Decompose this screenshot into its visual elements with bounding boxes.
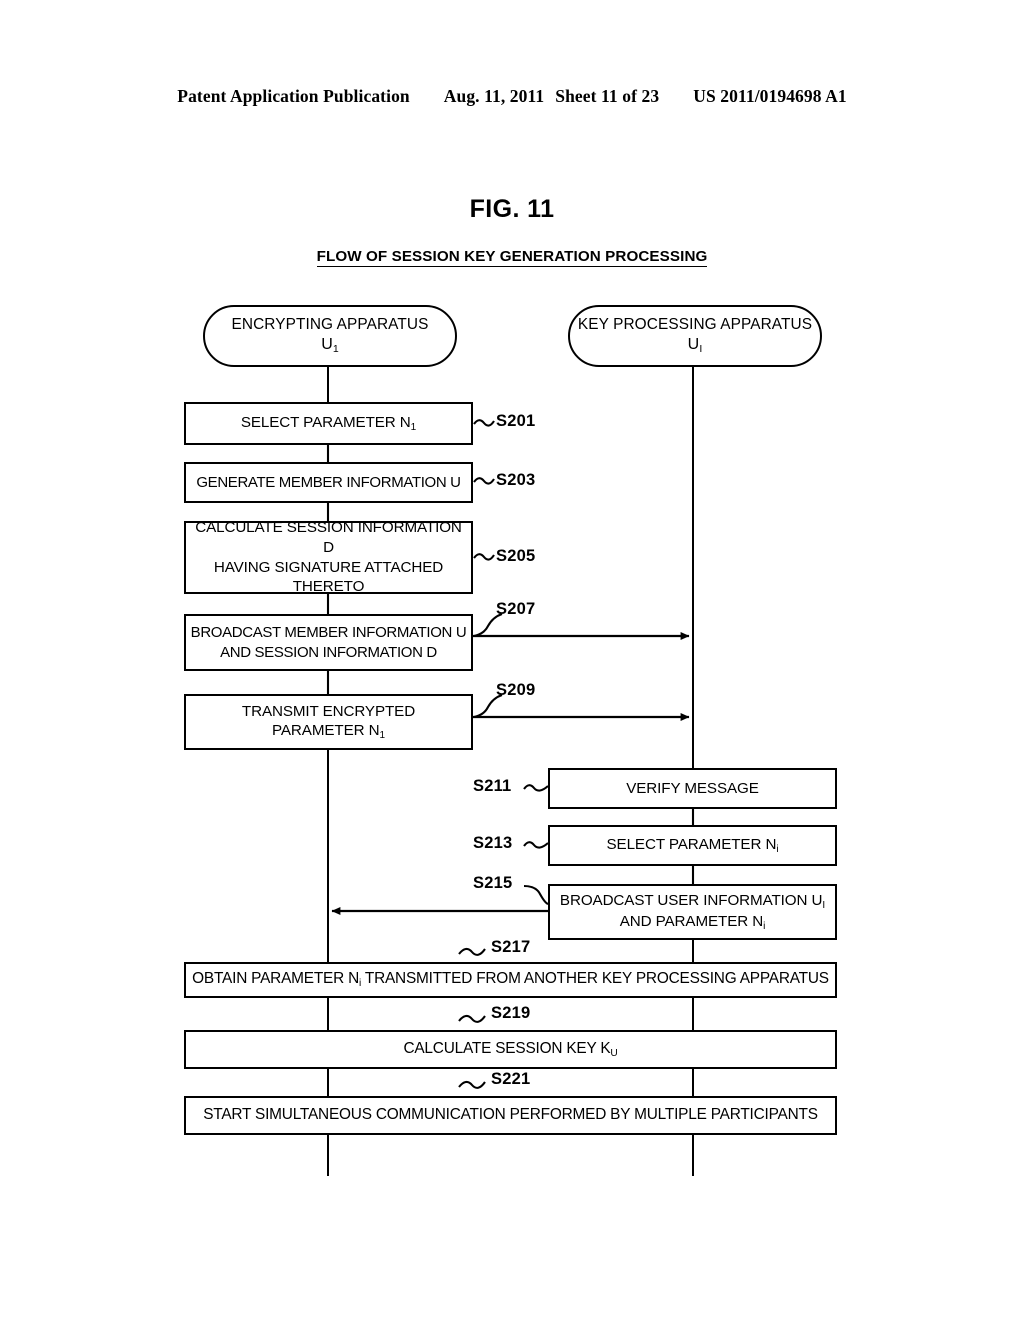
process-box-s213: SELECT PARAMETER Ni	[548, 825, 837, 866]
leader-s221	[458, 1080, 486, 1089]
process-box-s203: GENERATE MEMBER INFORMATION U	[184, 462, 473, 503]
step-label-s205: S205	[496, 547, 536, 565]
terminal-encrypting-apparatus-line1: ENCRYPTING APPARATUS	[231, 316, 429, 334]
process-box-s211: VERIFY MESSAGE	[548, 768, 837, 809]
flowchart: ENCRYPTING APPARATUS U1 KEY PROCESSING A…	[0, 0, 1024, 1320]
step-label-s211: S211	[473, 777, 512, 795]
step-label-s215: S215	[473, 874, 513, 892]
process-box-s207: BROADCAST MEMBER INFORMATION U AND SESSIO…	[184, 614, 473, 671]
step-label-s213: S213	[473, 834, 513, 852]
leader-s205	[473, 553, 495, 561]
leader-s215	[523, 884, 549, 905]
process-box-s219: CALCULATE SESSION KEY KU	[184, 1030, 837, 1069]
step-label-s217: S217	[491, 938, 531, 956]
terminal-encrypting-apparatus: ENCRYPTING APPARATUS U1	[203, 305, 457, 367]
step-label-s219: S219	[491, 1004, 531, 1022]
leader-s211	[523, 784, 549, 792]
process-box-s209: TRANSMIT ENCRYPTED PARAMETER N1	[184, 694, 473, 750]
step-label-s207: S207	[496, 600, 536, 618]
leader-s203	[473, 477, 495, 485]
terminal-key-processing-apparatus: KEY PROCESSING APPARATUS UI	[568, 305, 822, 367]
step-label-s221: S221	[491, 1070, 531, 1088]
leader-s219	[458, 1014, 486, 1023]
terminal-key-processing-apparatus-line1: KEY PROCESSING APPARATUS	[577, 316, 813, 334]
process-box-s217: OBTAIN PARAMETER Ni TRANSMITTED FROM ANO…	[184, 962, 837, 998]
step-label-s201: S201	[496, 412, 536, 430]
leader-s201	[473, 419, 495, 427]
leader-s213	[523, 841, 549, 849]
process-box-s205: CALCULATE SESSION INFORMATION D HAVING SI…	[184, 519, 473, 595]
process-box-s201: SELECT PARAMETER N1	[184, 402, 473, 445]
process-box-s215: BROADCAST USER INFORMATION UI AND PARAMET…	[548, 884, 837, 940]
step-label-s203: S203	[496, 471, 536, 489]
terminal-key-processing-apparatus-line2: UI	[687, 335, 703, 355]
leader-s217	[458, 947, 486, 956]
step-label-s209: S209	[496, 681, 536, 699]
process-box-s221: START SIMULTANEOUS COMMUNICATION PERFORM…	[184, 1096, 837, 1135]
terminal-encrypting-apparatus-line2: U1	[321, 335, 339, 355]
